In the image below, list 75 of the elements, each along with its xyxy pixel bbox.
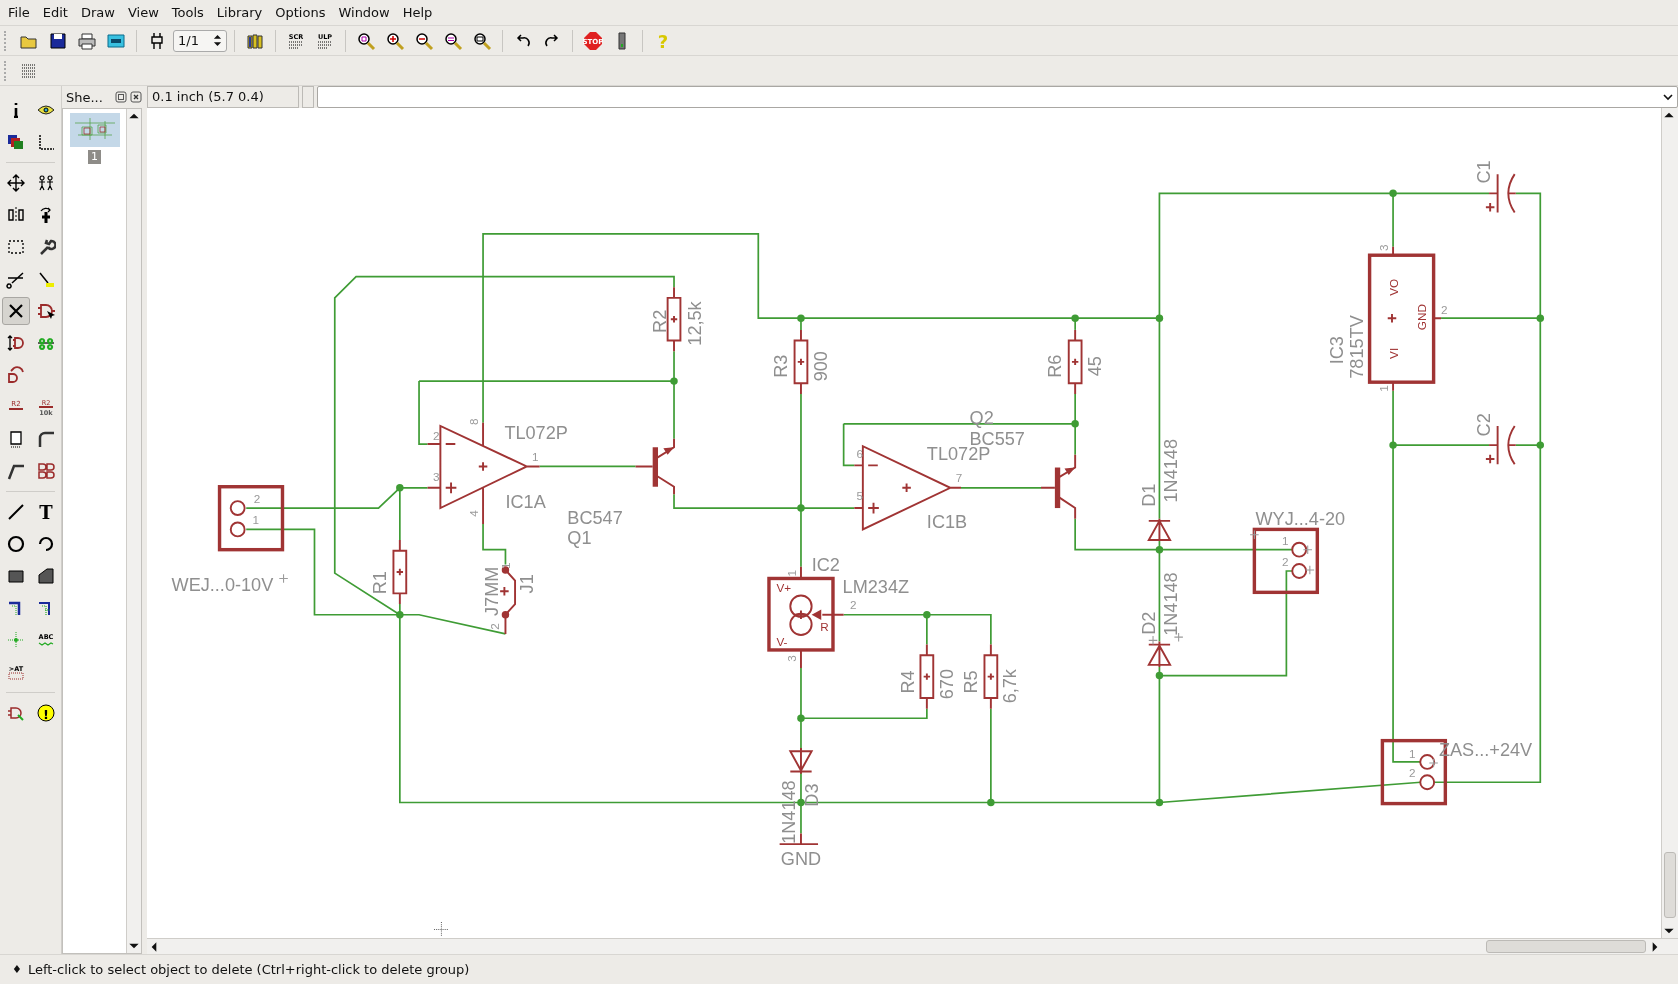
part-label: R2 [650,309,671,333]
pin-number: 2 [1409,765,1416,779]
pin-number: 2 [1441,302,1448,316]
pin-number: 1 [498,562,512,569]
part-label: 1N4148 [1161,438,1182,503]
part-label: R5 [960,670,981,694]
status-message: Left-click to select object to delete (Ctrl+right-click to delete group) [27,962,470,977]
part-label: WEJ...0-10V [171,575,274,596]
part-label: 1N4148 [1161,572,1182,636]
pin-number: 8 [466,418,480,425]
pin-number: 2 [432,428,440,442]
pin-label: V- [776,634,788,648]
part-label: R1 [369,571,390,595]
part-label: C1 [1473,160,1494,184]
panel-title: She... [66,89,104,105]
grid-readout: 0.1 inch (5.7 0.4) [147,86,299,108]
part-label: IC1B [926,512,968,533]
menu-item[interactable]: Help [396,0,440,25]
menu-item[interactable]: Window [332,0,397,25]
part-label: C2 [1473,413,1494,437]
part-label: WYJ...4-20 [1255,509,1346,530]
part-label: Q2 [969,407,994,428]
part-label: IC1A [505,492,546,513]
part-label: 7815TV [1346,315,1367,379]
pin-label: V+ [776,581,792,595]
pin-number: 1 [1409,746,1416,760]
part-label: Q1 [567,528,592,549]
menu-item[interactable]: Draw [74,0,122,25]
sheet-number: 1 [88,150,101,164]
part-label: J7MM [481,566,502,616]
pin-number: 4 [466,510,480,517]
pin-label: VI [1386,347,1400,359]
part-label: 12,5k [685,301,706,346]
part-label: GND [780,849,822,870]
part-label: IC3 [1326,336,1347,365]
menu-item[interactable]: Options [269,0,333,25]
sheet-spinbox[interactable]: 1/1 [173,29,227,52]
part-label: 45 [1085,356,1106,377]
pin-number: 1 [252,513,260,527]
pin-number: 2 [850,598,857,612]
pin-number: 7 [955,471,963,485]
pin-number: 1 [1282,534,1289,548]
part-label: TL072P [504,422,568,443]
part-label: 900 [811,351,832,382]
part-label: 670 [937,668,958,700]
part-label: BC547 [567,508,623,529]
pin-number: 3 [1376,244,1390,251]
pin-label: GND [1415,304,1429,331]
menu-item[interactable]: View [121,0,166,25]
menu-item[interactable]: File [2,0,37,25]
part-label: LM234Z [842,577,910,598]
part-label: J1 [516,574,537,594]
part-label: 6,7k [1000,669,1021,704]
part-label: R4 [897,670,918,694]
menu-item[interactable]: Edit [36,0,75,25]
part-label: 1N4148 [779,780,800,844]
part-label: IC2 [811,555,840,575]
part-label: D3 [801,783,822,807]
pin-number: 3 [432,470,440,484]
menu-item[interactable]: Library [210,0,270,25]
pin-number: 1 [784,569,798,577]
pin-label: VO [1386,278,1400,296]
pin-number: 2 [488,623,502,630]
pin-number: 2 [1282,554,1289,568]
pin-number: 2 [253,491,261,505]
part-label: D1 [1138,483,1159,507]
part-label: D2 [1138,611,1159,635]
pin-label: R [820,619,829,633]
menu-item[interactable]: Tools [165,0,211,25]
status-icon: ♦ [12,963,22,976]
pin-number: 1 [532,450,539,464]
pin-number: 1 [1376,385,1390,392]
pin-number: 3 [784,655,798,662]
part-label: R6 [1044,354,1065,378]
part-label: R3 [770,354,791,378]
